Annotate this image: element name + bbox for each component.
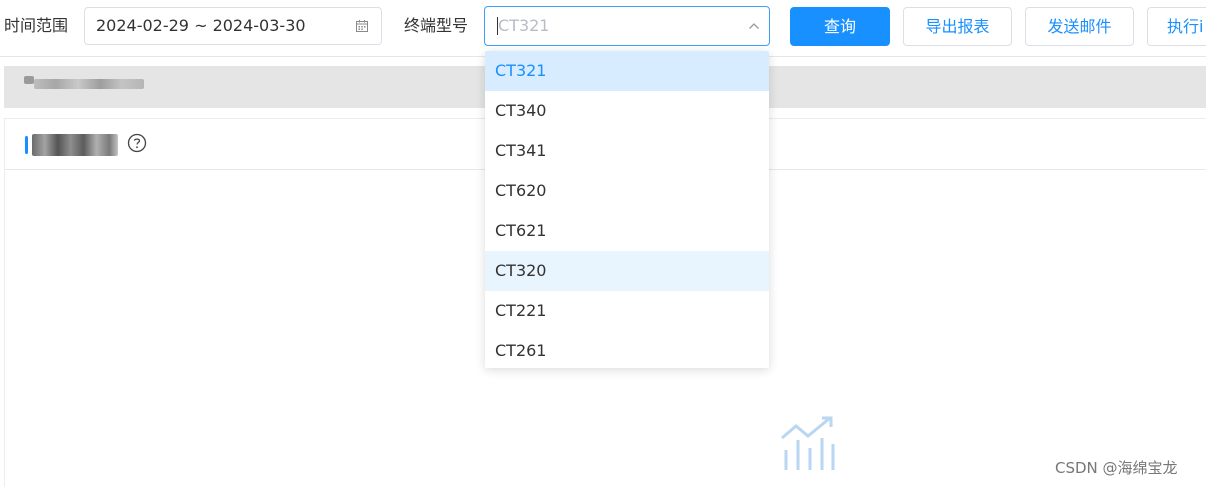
terminal-model-placeholder: CT321: [498, 16, 550, 35]
chevron-up-icon[interactable]: [747, 19, 761, 33]
watermark: CSDN @海绵宝龙: [1055, 459, 1178, 477]
dropdown-option[interactable]: CT621: [485, 211, 769, 251]
send-email-button[interactable]: 发送邮件: [1025, 7, 1134, 46]
execute-button[interactable]: 执行i: [1147, 7, 1206, 46]
time-range-label: 时间范围: [4, 16, 69, 35]
top-toolbar: 时间范围 2024-02-29 ~ 2024-03-30 终端型号 CT321 …: [0, 0, 1206, 57]
dropdown-option[interactable]: CT340: [485, 91, 769, 131]
dropdown-option[interactable]: CT620: [485, 171, 769, 211]
redacted-text: [24, 76, 34, 84]
dropdown-option[interactable]: CT320: [485, 251, 769, 291]
help-circle-icon[interactable]: [127, 133, 147, 153]
dropdown-option[interactable]: CT261: [485, 331, 769, 368]
calendar-icon[interactable]: [355, 19, 369, 33]
redacted-panel-title: [32, 134, 118, 156]
text-cursor: [497, 17, 498, 35]
terminal-model-select[interactable]: CT321: [484, 6, 770, 46]
dropdown-option[interactable]: CT221: [485, 291, 769, 331]
panel-title-accent: [25, 136, 28, 154]
date-range-value: 2024-02-29 ~ 2024-03-30: [96, 16, 306, 35]
terminal-model-label: 终端型号: [404, 16, 469, 35]
query-button[interactable]: 查询: [790, 7, 890, 46]
date-range-input[interactable]: 2024-02-29 ~ 2024-03-30: [84, 7, 382, 45]
dropdown-option[interactable]: CT321: [485, 51, 769, 91]
redacted-text: [34, 79, 144, 89]
dropdown-option[interactable]: CT341: [485, 131, 769, 171]
chart-empty-icon: [781, 416, 835, 470]
export-report-button[interactable]: 导出报表: [903, 7, 1012, 46]
terminal-model-dropdown: CT321 CT340 CT341 CT620 CT621 CT320 CT22…: [485, 51, 769, 368]
